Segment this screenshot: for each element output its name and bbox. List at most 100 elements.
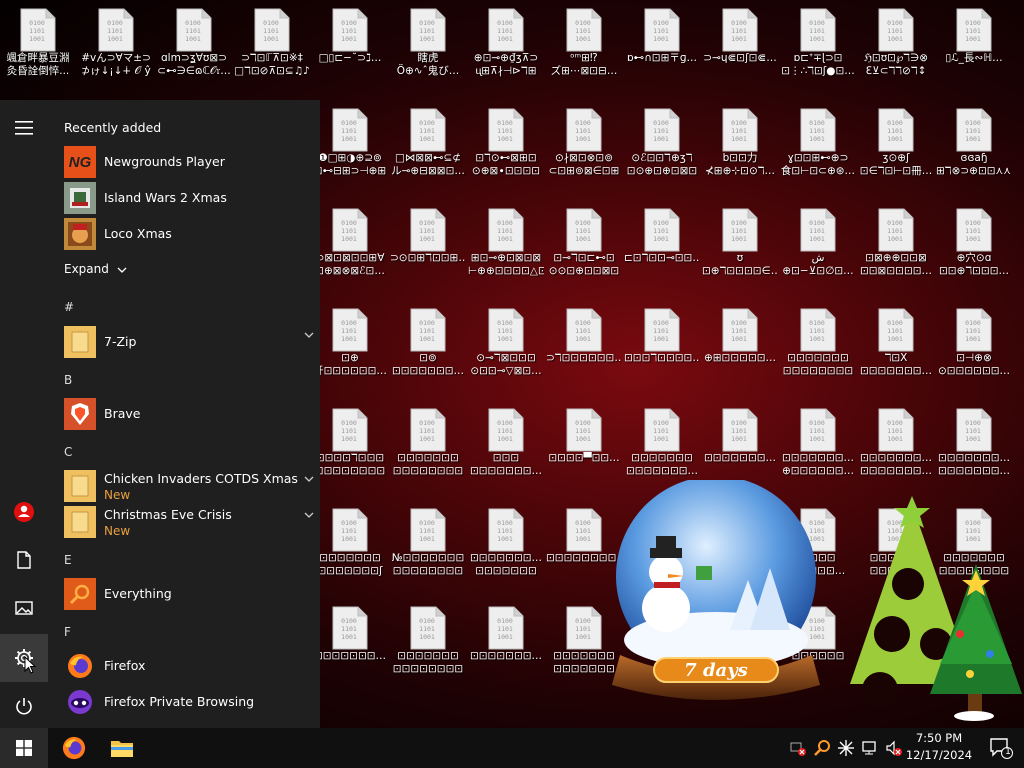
desktop-file-icon[interactable]: 0100 1101 1001 ℸ⊡X ⊡⊡⊡⊡⊡⊡⊡… <box>858 300 934 388</box>
action-center-button[interactable]: 1 <box>978 728 1024 768</box>
app-island-wars-2-xmas[interactable]: Island Wars 2 Xmas <box>64 180 314 216</box>
documents-button[interactable] <box>0 536 48 584</box>
desktop-file-icon[interactable]: 010011011001⊡⊡⊡⊡⊡⊡⊡⊡⊡⊡⊡⊡⊡⊡⊡ <box>390 598 466 686</box>
desktop-file-icon[interactable]: 010011011001⊡⊡⊡⊡⊡⊡⊡⊡⊡⊡⊡⊡⊡⊡⊡ <box>390 400 466 488</box>
desktop-file-icon[interactable]: 0100 1101 1001 ⊡⊡⊡⊡⊡⊡⊡… ⊡⊡⊡⊡⊡⊡⊡ <box>468 500 544 588</box>
app-loco-xmas[interactable]: Loco Xmas <box>64 216 314 252</box>
desktop-file-label: ⊡⊡⊡⊡⊡⊡⊡… ⊡⊡⊡⊡⊡⊡⊡… <box>936 452 1012 478</box>
svg-text:1101: 1101 <box>341 127 357 135</box>
user-account-button[interactable] <box>0 488 48 536</box>
desktop-file-icon[interactable]: 0100 1101 1001 ⊕穴⊙ɑ ⊡⊡⊕ℸ⊡⊡⊡… <box>936 200 1012 288</box>
desktop-file-icon[interactable]: 0100 1101 1001 ɣ⊡⊡⊞⊷⊕⊃ 食⊡⊢⊡⊂⊕⊛… <box>780 100 856 188</box>
label-line: ⊡⊡⊡⊡⊡⊡⊡⊡ <box>392 465 464 477</box>
desktop-file-icon[interactable]: 0100 1101 1001 ⊃⊸ɥ⋐⊡ʃ⊡⋐… <box>702 0 778 88</box>
firefox-icon <box>62 736 86 760</box>
hamburger-menu-button[interactable] <box>0 104 48 152</box>
taskbar-clock[interactable]: 7:50 PM 12/17/2024 <box>904 730 974 764</box>
app-chicken-invaders-cotds-xmas[interactable]: Chicken Invaders COTDS Xmas New <box>64 468 314 504</box>
app-christmas-eve-crisis[interactable]: Christmas Eve Crisis New <box>64 504 314 540</box>
desktop-file-icon[interactable]: 0100 1101 1001 #vん⊃∀マ±⊃ ⊅ゖ↓¡↓∔ 𝒪 ŷ <box>78 0 154 88</box>
desktop-file-icon[interactable]: 0100 1101 1001 颯倉畔暴豆淵 灸昏詮倒悴... <box>0 0 76 88</box>
app-list[interactable]: Recently added NG Newgrounds Player Isla… <box>48 100 320 728</box>
desktop-file-icon[interactable]: 0100 1101 1001 ⊡⊠⊕⊕⊡⊡⊠ ⊡⊡⊠⊡⊡⊡⊡… <box>858 200 934 288</box>
desktop-file-icon[interactable]: 0100 1101 1001 ⊡⊚ ⊡⊡⊡⊡⊡⊡⊡… <box>390 300 466 388</box>
desktop-file-icon[interactable]: 0100 1101 1001 ⊡⊡⊡ℸ⊡⊡⊡⊡… <box>624 300 700 388</box>
chevron-down-icon[interactable] <box>304 512 314 518</box>
desktop-file-icon[interactable]: 0100 1101 1001 ▯ℒ_長∾ℍ… <box>936 0 1012 88</box>
tray-network-error-icon[interactable] <box>788 738 808 758</box>
label-line: ▯ℒ_長∾ℍ… <box>945 52 1003 64</box>
desktop-file-icon[interactable]: 0100 1101 1001 ⊡⊡⊡⊡⊡⊡⊡… ⊡⊡⊡⊡⊡⊡⊡… <box>858 400 934 488</box>
desktop-file-icon[interactable]: 0100 1101 1001 ⊡⊸ℸ⊡⊏⊷⊡ ⊙⊙⊡⊕⊡⊡⊠⊡ <box>546 200 622 288</box>
tray-snowflake-icon[interactable] <box>836 738 856 758</box>
desktop-file-icon[interactable]: 0100 1101 1001 ⊡⊡⊡⊡⊡⊡⊡… <box>468 598 544 686</box>
app-firefox-private-browsing[interactable]: Firefox Private Browsing <box>64 684 314 720</box>
desktop-file-icon[interactable]: 0100 1101 1001 ⊡⊡⊡⊡⊡⊡⊡… ⊡⊡⊡⊡⊡⊡⊡… <box>936 400 1012 488</box>
desktop-file-icon[interactable]: 0100 1101 1001 ⊡⊕ 牙⊡⊡⊡⊡⊡⊡… <box>312 300 388 388</box>
taskbar-file-explorer-button[interactable] <box>100 728 144 768</box>
pictures-button[interactable] <box>0 584 48 632</box>
desktop-file-icon[interactable]: 0100 1101 1001 ⊡⊡⊡⊡⊡⊡⊡… <box>702 400 778 488</box>
desktop-file-icon[interactable]: 0100 1101 1001 ⊡⊡⊡ ⊡⊡⊡⊡⊡⊡⊡… <box>468 400 544 488</box>
section-header-b[interactable]: B <box>64 373 72 387</box>
power-button[interactable] <box>0 682 48 730</box>
tray-volume-muted-icon[interactable] <box>884 738 904 758</box>
desktop-file-icon[interactable]: 0100 1101 1001 ❶□⊞◑⊕⊇⊚ ⊡⊷⊟⊞⊃⊣⊕⊞ <box>312 100 388 188</box>
desktop-file-icon[interactable]: 0100 1101 1001 ⊡ℸ⊙⊷⊠⊞⊡ ⊙⊕⊠∙⊡⊡⊡⊡ <box>468 100 544 188</box>
section-header-c[interactable]: C <box>64 445 72 459</box>
desktop-file-icon[interactable]: 0100 1101 1001 ⊞⊡⊸⊕⊡⊠⊡⊠ ⊢⊕⊕⊡⊡⊡⊡△⊡ <box>468 200 544 288</box>
desktop-file-icon[interactable]: 0100 1101 1001 ⊙∤⊠⊡⊗⊡⊚ ⊂⊡⊞⊚⊠∈⊡⊞ <box>546 100 622 188</box>
start-button[interactable] <box>0 728 48 768</box>
desktop-file-icon[interactable]: 0100 1101 1001 ⊃ℸ⊡ℾ⊼⊡※‡ □ℸ⊡⊘⊼⊡⊆♫♪ <box>234 0 310 88</box>
desktop-file-icon[interactable]: 0100 1101 1001 ⊡⊡⊡⊡⊡⊡⊡ ⊡⊡⊡⊡⊡⊡⊡… <box>624 400 700 488</box>
taskbar-firefox-button[interactable] <box>52 728 96 768</box>
desktop-file-icon[interactable]: 0100 1101 1001 ɒ⊏ᐩ∓ɭ⊃⊡ ⊡⋮∴ℸ⊡ʃ●⊡… <box>780 0 856 88</box>
desktop-file-icon[interactable]: 0100 1101 1001 □▯⊏−˘⊃ℷ… <box>312 0 388 88</box>
desktop-file-icon[interactable]: 0100 1101 1001 ⊃ℸ⊡⊡⊡⊡⊡⊡… <box>546 300 622 388</box>
desktop-file-icon[interactable]: 0100 1101 1001 ⊡⊡⊡⊡ℸ⊡⊡⊡ ⊡⊡⊡⊡⊡⊡⊡⊡ <box>312 400 388 488</box>
desktop-file-icon[interactable]: 0100 1101 1001 №⊡⊡⊡⊡⊡⊡⊡ ⊡⊡⊡⊡⊡⊡⊡⊡ <box>390 500 466 588</box>
desktop-file-icon[interactable]: 0100 1101 1001 ⊕⊡⊸⊕₫ʒ⊼⊃ ᶙ⊞⊼∤⊣⊳ℸ⊞ <box>468 0 544 88</box>
label-line: ʊ <box>736 252 744 264</box>
chevron-down-icon[interactable] <box>304 332 314 338</box>
app-newgrounds-player[interactable]: NG Newgrounds Player <box>64 144 314 180</box>
section-header-hash[interactable]: # <box>64 300 74 314</box>
section-header-e[interactable]: E <box>64 553 72 567</box>
desktop-file-label: ⊡⊡⊡⊡⊡⊡⊡⊡⊡⊡⊡⊡⊡⊡⊡ <box>780 352 856 378</box>
app-everything[interactable]: Everything <box>64 576 314 612</box>
tray-everything-icon[interactable] <box>812 738 832 758</box>
desktop-file-icon[interactable]: 0100 1101 1001 ⊃⊠⊡⊠⊡⊡⊞∀ ⊡⊕⊠⊗⊠ℰ⊡… <box>312 200 388 288</box>
tray-network-icon[interactable] <box>860 738 880 758</box>
app-firefox[interactable]: Firefox <box>64 648 314 684</box>
desktop-file-icon[interactable]: 0100 1101 1001 □⋈⊠⊠⊷⊆⊄ ル⊸⊕⊟⊠⊠⊡… <box>390 100 466 188</box>
desktop-file-icon[interactable]: 0100 1101 1001 ᵒᵐ⊞⁉ ズ⊞⋯⊠⊡⊟… <box>546 0 622 88</box>
desktop-file-icon[interactable]: 0100 1101 1001 ⊡⊡⊡⊡⊡⊡⊡ ⊡⊡⊡⊡⊡⊡⊡ʃ <box>312 500 388 588</box>
binary-file-icon: 010011011001 <box>332 8 368 52</box>
desktop-file-icon[interactable]: 0100 1101 1001 ⊕⊞⊡⊡⊡⊡⊡… <box>702 300 778 388</box>
desktop-file-icon[interactable]: 0100 1101 1001 ⊙⊸ℸ⊠⊡⊡⊡ ⊙⊡⊡⊸▽⊠⊡… <box>468 300 544 388</box>
desktop-file-icon[interactable]: 0100 1101 1001 ʊ ⊡⊕ℸ⊡⊡⊡⊡∈… <box>702 200 778 288</box>
desktop-file-icon[interactable]: 0100 1101 1001 ش ⊕⊡−⊻⊡∅⊡… <box>780 200 856 288</box>
desktop-file-icon[interactable]: 0100 1101 1001 ɒ⊷∩⊡⊞〒ɡ… <box>624 0 700 88</box>
desktop-file-icon[interactable]: 0100 1101 1001 ℌ⊡ʊ⊡℘ℸ∋⊗ ℇ⊻⊂ℸℸ⊘ℸ↕ <box>858 0 934 88</box>
section-header-f[interactable]: F <box>64 625 71 639</box>
desktop-file-icon[interactable]: 0100 1101 1001 ɑlm⊃ʓ∀ʊ⊠⊃ ⊂⊷∋∈ɷℂ𝒪𝔯… <box>156 0 232 88</box>
chevron-down-icon[interactable] <box>304 476 314 482</box>
desktop-file-icon[interactable]: 0100 1101 1001 ⊡⊡⊡⊡⊡⊡⊡… ⊕⊡⊡⊡⊡⊡⊡… <box>780 400 856 488</box>
expand-button[interactable]: Expand <box>64 262 127 276</box>
desktop-file-icon[interactable]: 0100 1101 1001 b⊡⊡力 ⊀⊞⊕⊹⊡⊙ℸ… <box>702 100 778 188</box>
desktop-file-label: ⊡⊡⊡⊡⊡⊡⊡ ⊡⊡⊡⊡⊡⊡⊡ʃ <box>312 552 388 578</box>
desktop-file-icon[interactable]: 010011011001⊡⊡⊡⊡⊡⊡⊡⊡⊡⊡⊡⊡⊡⊡⊡ <box>780 300 856 388</box>
app-brave[interactable]: Brave <box>64 396 314 432</box>
desktop-file-icon[interactable]: 0100 1101 1001 ⊡⊡⊡⊡▀⊡⊡… <box>546 400 622 488</box>
desktop-file-icon[interactable]: 0100 1101 1001 ⊡⊣⊕⊗ ⊙⊡⊡⊡⊡⊡⊡… <box>936 300 1012 388</box>
desktop-file-icon[interactable]: 010011011001ɞɞaɧ⊞ℸ⊗⊃⊕⊡⊡⋏⋏… <box>936 100 1012 188</box>
settings-button[interactable] <box>0 634 48 682</box>
desktop-file-icon[interactable]: 0100 1101 1001 ⊙ℰ⊡⊡ℸ⊕ʒℸ ⊡⊙⊕⊡⊕⊡⊠⊡ <box>624 100 700 188</box>
app-7-zip[interactable]: 7-Zip <box>64 324 314 360</box>
desktop-file-icon[interactable]: 0100 1101 1001 ⊡⊡⊡⊡⊡⊡⊡… <box>312 598 388 686</box>
desktop-file-icon[interactable]: 0100 1101 1001 瞎虎 Ö⊕∿ˆ鬼び… <box>390 0 466 88</box>
desktop-file-icon[interactable]: 0100 1101 1001 ⊃⊙⊡⊞ℸ⊡⊡⊞… <box>390 200 466 288</box>
desktop-file-icon[interactable]: 0100 1101 1001 ʒ⊙⊕ʃ ⊡∈ℸ⊡⊢⊡冊… <box>858 100 934 188</box>
desktop-file-icon[interactable]: 0100 1101 1001 ⊏⊡ℸ⊡⊡⊸⊡⊡… <box>624 200 700 288</box>
